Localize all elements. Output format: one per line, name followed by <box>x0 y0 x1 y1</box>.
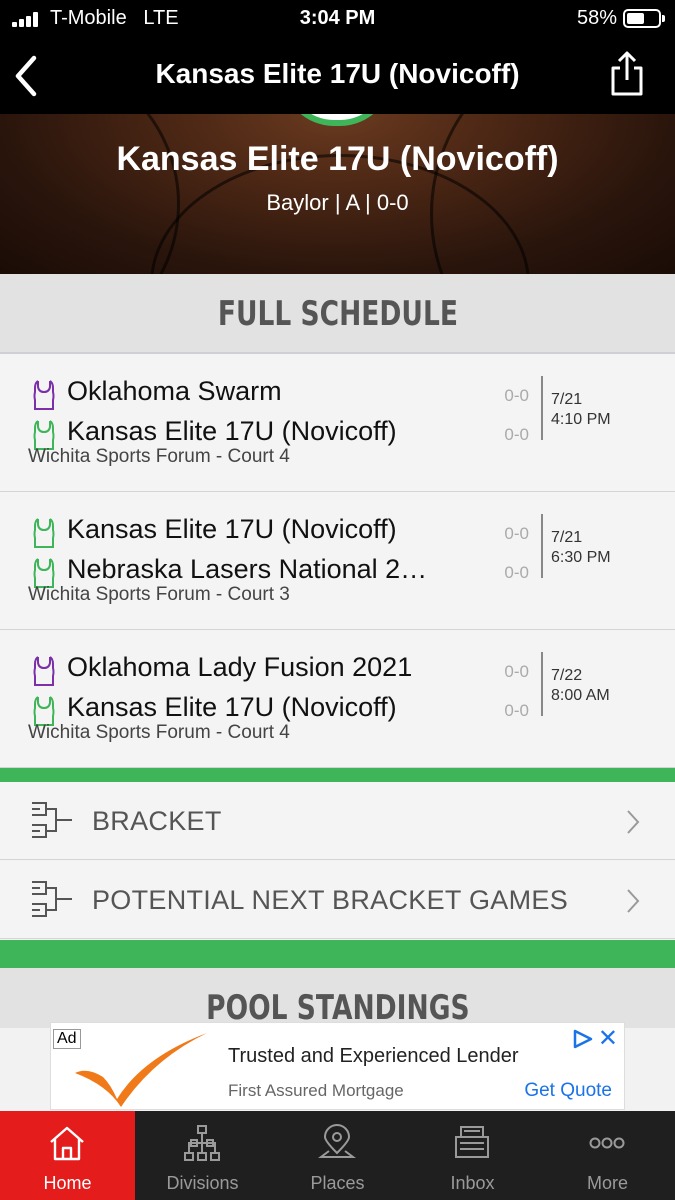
status-bar: T-Mobile LTE 3:04 PM 58% <box>0 0 675 38</box>
divider <box>541 376 543 440</box>
bracket-link[interactable]: BRACKET <box>0 782 675 860</box>
jersey-icon <box>33 380 55 410</box>
game-time: 6:30 PM <box>551 549 611 566</box>
ad-advertiser: First Assured Mortgage <box>228 1081 404 1100</box>
team-name: Kansas Elite 17U (Novicoff) <box>67 514 397 544</box>
tab-divisions[interactable]: Divisions <box>135 1111 270 1200</box>
ad-cta-button[interactable]: Get Quote <box>524 1080 612 1102</box>
top-bar: T-Mobile LTE 3:04 PM 58% Kansas Elite 17… <box>0 0 675 114</box>
ad-badge: Ad <box>53 1029 81 1049</box>
game-venue: Wichita Sports Forum - Court 3 <box>28 584 290 605</box>
section-divider <box>0 940 675 968</box>
game-datetime: 7/22 8:00 AM <box>551 666 610 706</box>
game-datetime: 7/21 4:10 PM <box>551 390 611 430</box>
tab-label: Home <box>43 1173 92 1193</box>
team-score: 0-0 <box>504 524 529 543</box>
divider <box>541 514 543 578</box>
home-icon <box>50 1126 84 1161</box>
chevron-right-icon <box>627 810 640 834</box>
game-row[interactable]: Oklahoma Lady Fusion 2021 0-0 Kansas Eli… <box>0 630 675 768</box>
back-button[interactable] <box>12 54 42 98</box>
team-name: Oklahoma Swarm <box>67 376 282 406</box>
tab-more[interactable]: More <box>540 1111 675 1200</box>
game-datetime: 7/21 6:30 PM <box>551 528 611 568</box>
ad-title: Trusted and Experienced Lender <box>228 1045 519 1067</box>
ad-banner[interactable]: Ad Trusted and Experienced Lender First … <box>50 1022 625 1110</box>
divider <box>541 652 543 716</box>
team-row: Kansas Elite 17U (Novicoff) <box>32 514 502 550</box>
tab-home[interactable]: Home <box>0 1111 135 1200</box>
game-date: 7/22 <box>551 667 583 684</box>
team-score: 0-0 <box>504 386 529 405</box>
tab-label: More <box>586 1173 628 1193</box>
tab-bar: Home Divisions Places Inbox More <box>0 1111 675 1200</box>
game-date: 7/21 <box>551 391 583 408</box>
chevron-right-icon <box>627 889 640 913</box>
game-time: 8:00 AM <box>551 687 610 704</box>
bracket-icon <box>32 881 72 917</box>
team-row: Oklahoma Lady Fusion 2021 <box>32 652 502 688</box>
chevron-left-icon <box>15 55 37 97</box>
team-score: 0-0 <box>504 563 529 582</box>
full-schedule-header: FULL SCHEDULE <box>0 274 675 354</box>
full-schedule-title: FULL SCHEDULE <box>217 294 458 334</box>
checkmark-logo <box>75 1033 207 1107</box>
team-name: Nebraska Lasers National 2… <box>67 554 428 584</box>
bracket-icon <box>32 802 72 838</box>
tab-inbox[interactable]: Inbox <box>405 1111 540 1200</box>
battery-percent: 58% <box>576 7 617 29</box>
bracket-label: BRACKET <box>92 806 222 836</box>
potential-bracket-games-link[interactable]: POTENTIAL NEXT BRACKET GAMES <box>0 861 675 939</box>
inbox-icon <box>455 1126 489 1158</box>
more-icon <box>589 1137 625 1149</box>
divisions-icon <box>184 1125 220 1161</box>
tab-label: Divisions <box>166 1173 239 1193</box>
team-name: Kansas Elite 17U (Novicoff) <box>116 140 559 178</box>
team-name: Oklahoma Lady Fusion 2021 <box>67 652 413 682</box>
section-divider <box>0 768 675 782</box>
team-subtitle: Baylor | A | 0-0 <box>266 190 409 215</box>
tab-label: Places <box>310 1173 365 1193</box>
team-hero: Kansas Elite 17U (Novicoff) Baylor | A |… <box>0 114 675 274</box>
status-time: 3:04 PM <box>299 7 376 29</box>
game-time: 4:10 PM <box>551 411 611 428</box>
team-name: Kansas Elite 17U (Novicoff) <box>67 692 397 722</box>
game-date: 7/21 <box>551 529 583 546</box>
map-pin-icon <box>318 1124 356 1158</box>
team-row: Oklahoma Swarm <box>32 376 502 412</box>
team-score: 0-0 <box>504 425 529 444</box>
game-row[interactable]: Oklahoma Swarm 0-0 Kansas Elite 17U (Nov… <box>0 354 675 492</box>
game-venue: Wichita Sports Forum - Court 4 <box>28 446 290 467</box>
game-venue: Wichita Sports Forum - Court 4 <box>28 722 290 743</box>
bracket-label: POTENTIAL NEXT BRACKET GAMES <box>92 885 569 915</box>
team-score: 0-0 <box>504 662 529 681</box>
team-name: Kansas Elite 17U (Novicoff) <box>67 416 397 446</box>
team-logo <box>282 114 392 126</box>
share-icon <box>611 51 643 96</box>
game-row[interactable]: Kansas Elite 17U (Novicoff) 0-0 Nebraska… <box>0 492 675 630</box>
nav-title: Kansas Elite 17U (Novicoff) <box>155 58 520 89</box>
ad-choices-icon[interactable] <box>572 1029 594 1049</box>
battery-fill <box>627 13 644 24</box>
pool-standings-header: POOL STANDINGS <box>0 968 675 1028</box>
battery-icon <box>623 9 665 28</box>
share-button[interactable] <box>607 50 647 98</box>
tab-places[interactable]: Places <box>270 1111 405 1200</box>
jersey-icon <box>33 656 55 686</box>
team-score: 0-0 <box>504 701 529 720</box>
ad-close-button[interactable]: ✕ <box>598 1027 618 1051</box>
jersey-icon <box>33 518 55 548</box>
tab-label: Inbox <box>450 1173 495 1193</box>
